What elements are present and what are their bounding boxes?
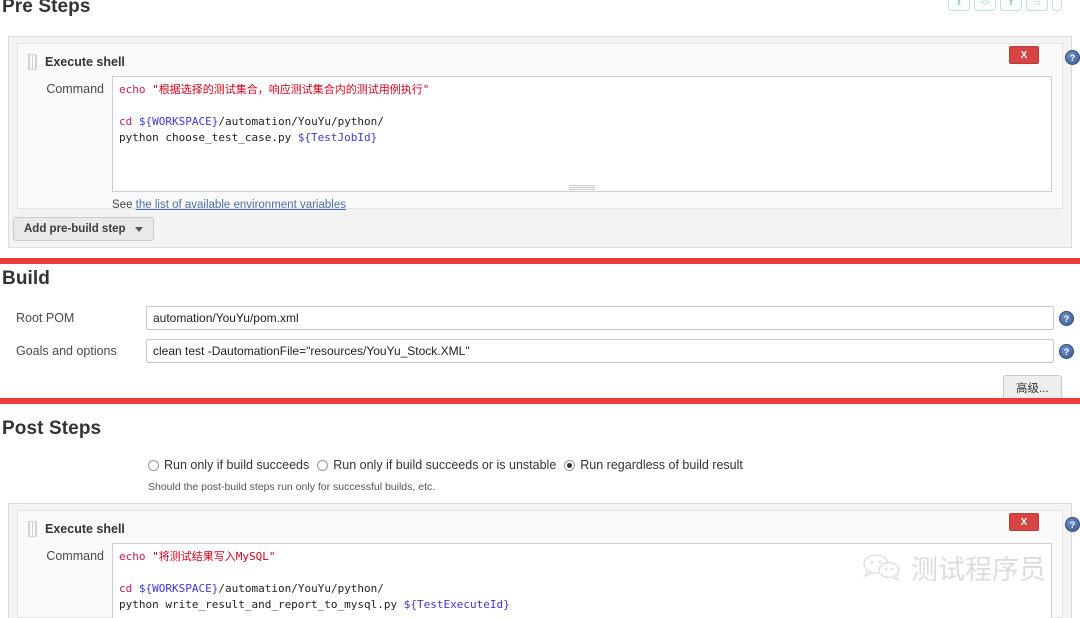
drag-handle-icon[interactable] [28,54,37,70]
help-icon-pre-shell[interactable]: ? [1065,50,1080,65]
run-condition-option-0[interactable]: Run only if build succeeds [148,458,309,472]
pre-steps-heading: Pre Steps [2,0,91,17]
goals-label: Goals and options [16,344,117,358]
pre-command-label: Command [46,82,104,96]
run-condition-option-2[interactable]: Run regardless of build result [564,458,743,472]
help-icon-root-pom[interactable]: ? [1059,311,1074,326]
help-icon-goals[interactable]: ? [1059,344,1074,359]
add-pre-build-step-label: Add pre-build step [24,223,126,235]
drag-handle-icon[interactable] [28,521,37,537]
env-variables-link[interactable]: the list of available environment variab… [136,199,346,211]
goals-and-options-input[interactable] [146,339,1054,363]
root-pom-input[interactable] [146,306,1054,330]
jenkins-job-config-page: ⬇ <> ⬆ ▭ Pre Steps Execute shell X ? Com… [0,0,1080,618]
textarea-resize-grip[interactable] [569,185,595,190]
remove-pre-build-step-button[interactable]: X [1009,46,1039,64]
post-command-textarea[interactable]: echo "将测试结果写入MySQL" cd ${WORKSPACE}/auto… [112,543,1052,618]
run-condition-label: Run only if build succeeds [164,458,310,472]
more-icon[interactable] [1052,0,1062,11]
run-condition-label: Run only if build succeeds or is unstabl… [333,458,557,472]
run-condition-radio-group[interactable]: Run only if build succeeds Run only if bu… [148,458,743,472]
pre-steps-panel: Execute shell X ? Command echo "根据选择的测试集… [8,36,1080,248]
add-pre-build-step-button[interactable]: Add pre-build step [13,217,154,241]
root-pom-label: Root POM [16,311,75,325]
builder-name: Execute shell [45,55,125,69]
pre-env-var-hint: See the list of available environment va… [112,199,346,211]
builder-name: Execute shell [45,522,125,536]
run-condition-label: Run regardless of build result [580,458,743,472]
post-build-step-card: Execute shell X ? Command echo "将测试结果写入M… [17,510,1080,618]
post-steps-hint: Should the post-build steps run only for… [148,481,436,493]
pre-command-text: echo "根据选择的测试集合，响应测试集合内的测试用例执行" cd ${WOR… [119,83,430,144]
radio-button[interactable] [317,459,329,471]
build-heading: Build [2,268,50,289]
code-icon[interactable]: <> [974,0,996,11]
remove-post-build-step-button[interactable]: X [1009,513,1039,531]
hint-prefix: See [112,199,136,211]
radio-button[interactable] [564,459,576,471]
post-command-label: Command [46,549,104,563]
folder-icon[interactable]: ▭ [1026,0,1048,11]
pre-command-textarea[interactable]: echo "根据选择的测试集合，响应测试集合内的测试用例执行" cd ${WOR… [112,76,1052,192]
top-toolbar-strip: ⬇ <> ⬆ ▭ [948,0,1080,11]
help-icon-post-shell[interactable]: ? [1065,517,1080,532]
upload-icon[interactable]: ⬆ [1000,0,1022,11]
post-steps-heading: Post Steps [2,418,102,439]
section-divider-post [0,398,1080,404]
download-icon[interactable]: ⬇ [948,0,970,11]
post-command-text: echo "将测试结果写入MySQL" cd ${WORKSPACE}/auto… [119,550,510,611]
radio-button[interactable] [148,459,159,471]
section-divider-build [0,258,1080,264]
run-condition-option-1[interactable]: Run only if build succeeds or is unstabl… [317,458,556,472]
chevron-down-icon [134,226,143,232]
post-execute-shell-header: Execute shell [28,521,125,537]
post-steps-panel: Execute shell X ? Command echo "将测试结果写入M… [8,503,1080,618]
pre-execute-shell-header: Execute shell [28,54,125,70]
pre-build-step-card: Execute shell X ? Command echo "根据选择的测试集… [17,43,1080,211]
